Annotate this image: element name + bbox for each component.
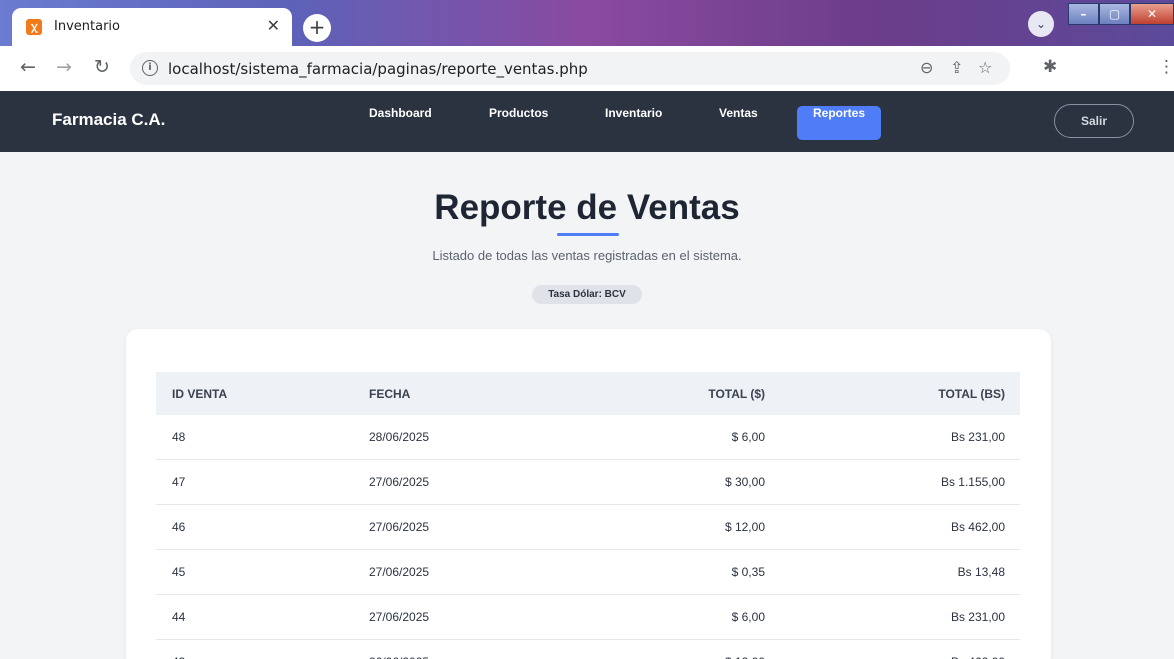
cell-id-venta: 45 (172, 565, 186, 579)
cell-id-venta: 44 (172, 610, 186, 624)
cell-total-bs: Bs 462,00 (765, 655, 1020, 659)
table-row: 45 27/06/2025 $ 0,35 Bs 13,48 (156, 550, 1020, 595)
cell-total-usd: $ 6,00 (731, 610, 765, 624)
tab-search-icon[interactable]: ⌄ (1028, 11, 1054, 37)
reload-icon[interactable]: ↻ (94, 56, 110, 78)
cell-fecha: 27/06/2025 (369, 475, 430, 489)
page-subtitle: Listado de todas las ventas registradas … (432, 248, 742, 263)
cell-fecha: 28/06/2025 (369, 430, 430, 444)
extensions-icon[interactable]: ✱ (1043, 57, 1057, 77)
cell-total-bs: Bs 231,00 (950, 430, 1005, 444)
nav-inventario[interactable]: Inventario (592, 106, 675, 140)
maximize-icon[interactable]: ▢ (1099, 3, 1130, 25)
window-controls: – ▢ ✕ (1068, 3, 1174, 27)
table-body: 48 28/06/2025 $ 6,00 Bs 231,00 47 27/06/2025 $… (156, 415, 1020, 659)
browser-tab[interactable]: ꭓ Inventario ✕ (12, 8, 292, 46)
window-close-icon[interactable]: ✕ (1130, 3, 1174, 25)
url-text: localhost/sistema_farmacia/paginas/repor… (168, 60, 588, 78)
cell-total-usd: $ 0,35 (731, 565, 765, 579)
app-navbar: Farmacia C.A. Dashboard Productos Invent… (0, 91, 1174, 152)
new-tab-button[interactable]: + (303, 14, 331, 42)
table-row: 47 27/06/2025 $ 30,00 Bs 1.155,00 (156, 460, 1020, 505)
menu-icon[interactable]: ⋮ (1158, 57, 1174, 77)
exchange-rate-badge: Tasa Dólar: BCV (532, 285, 642, 304)
cell-fecha: 27/06/2025 (369, 610, 430, 624)
tab-title: Inventario (54, 19, 120, 34)
cell-total-bs: Bs 231,00 (950, 610, 1005, 624)
forward-icon[interactable]: → (56, 56, 72, 78)
cell-total-bs: Bs 462,00 (950, 520, 1005, 534)
zoom-icon[interactable]: ⊖ (920, 58, 933, 77)
star-icon[interactable]: ☆ (978, 58, 992, 77)
table-row: 48 28/06/2025 $ 6,00 Bs 231,00 (156, 415, 1020, 460)
cell-total-bs: Bs 1.155,00 (940, 475, 1005, 489)
cell-fecha: 27/06/2025 (369, 565, 430, 579)
share-icon[interactable]: ⇪ (950, 58, 963, 77)
nav-reportes[interactable]: Reportes (797, 106, 881, 140)
cell-total-usd: $ 6,00 (731, 430, 765, 444)
header-total-usd: TOTAL ($) (708, 386, 765, 401)
nav-dashboard[interactable]: Dashboard (356, 106, 445, 140)
address-bar[interactable]: i localhost/sistema_farmacia/paginas/rep… (130, 52, 1010, 85)
tab-close-icon[interactable]: ✕ (267, 16, 280, 35)
header-total-bs: TOTAL (BS) (938, 386, 1005, 401)
cell-fecha: 26/06/2025 (369, 655, 569, 659)
header-id-venta: ID VENTA (172, 386, 228, 401)
cell-total-usd: $ 12,00 (569, 655, 765, 659)
cell-total-bs: Bs 13,48 (957, 565, 1005, 579)
minimize-icon[interactable]: – (1068, 3, 1099, 25)
title-underline (557, 233, 619, 236)
table-row: 46 27/06/2025 $ 12,00 Bs 462,00 (156, 505, 1020, 550)
cell-id-venta: 46 (172, 520, 186, 534)
page-title: Reporte de Ventas (434, 188, 740, 227)
sales-report-card: ID VENTA FECHA TOTAL ($) TOTAL (BS) 48 28… (126, 329, 1051, 659)
cell-total-usd: $ 30,00 (724, 475, 765, 489)
xampp-favicon-icon: ꭓ (26, 19, 42, 35)
cell-id-venta: 48 (172, 430, 186, 444)
browser-toolbar: ← → ↻ i localhost/sistema_farmacia/pagin… (0, 46, 1174, 91)
cell-total-usd: $ 12,00 (724, 520, 765, 534)
cell-id-venta: 47 (172, 475, 186, 489)
cell-fecha: 27/06/2025 (369, 520, 430, 534)
nav-productos[interactable]: Productos (476, 106, 561, 140)
nav-ventas[interactable]: Ventas (706, 106, 771, 140)
table-row: 4326/06/2025$ 12,00Bs 462,00 (156, 640, 1020, 659)
browser-tabstrip: ꭓ Inventario ✕ + ⌄ – ▢ ✕ (0, 0, 1174, 46)
table-header: ID VENTA FECHA TOTAL ($) TOTAL (BS) (156, 372, 1020, 415)
sales-table: ID VENTA FECHA TOTAL ($) TOTAL (BS) 48 28… (156, 372, 1020, 659)
table-row: 44 27/06/2025 $ 6,00 Bs 231,00 (156, 595, 1020, 640)
cell-id-venta: 43 (156, 655, 369, 659)
logout-button[interactable]: Salir (1054, 104, 1134, 138)
brand-logo[interactable]: Farmacia C.A. (52, 110, 165, 130)
header-fecha: FECHA (369, 386, 411, 401)
back-icon[interactable]: ← (20, 56, 36, 78)
info-icon[interactable]: i (142, 60, 158, 76)
